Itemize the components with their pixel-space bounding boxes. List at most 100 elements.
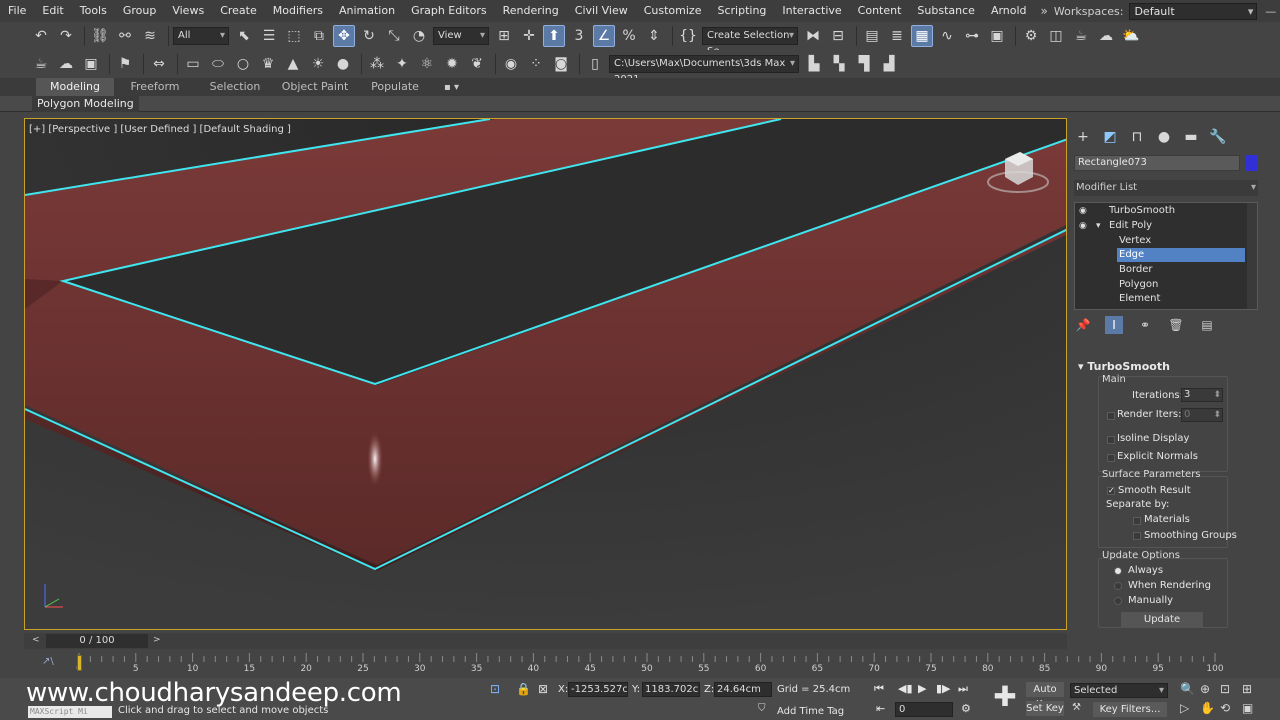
time-tag-icon[interactable]: ⛉ [758, 703, 766, 714]
selection-lock-icon[interactable]: 🔒 [516, 682, 531, 696]
hierarchy-tab-icon[interactable]: ⊓ [1126, 126, 1148, 148]
molecule-icon[interactable]: ⚛ [416, 53, 438, 75]
make-unique-icon[interactable]: ⚭ [1136, 316, 1154, 334]
toggle-ribbon-icon[interactable]: ▦ [911, 25, 933, 47]
dome-light-icon[interactable]: ♛ [257, 53, 279, 75]
named-selection-sets-dropdown[interactable]: Create Selection Se [702, 27, 798, 57]
add-time-tag-button[interactable]: Add Time Tag [777, 706, 844, 717]
tab-modeling[interactable]: Modeling [36, 78, 114, 96]
absolute-mode-icon[interactable]: ⊠ [538, 682, 548, 696]
zoom-extents-all-icon[interactable]: ⊞ [1242, 682, 1252, 696]
viewport-label[interactable]: [+] [Perspective ] [User Defined ] [Defa… [29, 124, 291, 135]
menu-interactive[interactable]: Interactive [774, 0, 849, 22]
utilities-tab-icon[interactable]: 🔧 [1207, 126, 1229, 148]
project-path-dropdown[interactable]: C:\Users\Max\Documents\3ds Max 2021 [609, 55, 799, 85]
stack-item-turbosmooth[interactable]: ◉ TurboSmooth [1075, 204, 1245, 218]
tab-freeform[interactable]: Freeform [116, 78, 194, 96]
plant-icon[interactable]: ❦ [466, 53, 488, 75]
menu-rendering[interactable]: Rendering [495, 0, 567, 22]
stack-subobject-polygon[interactable]: Polygon [1075, 278, 1245, 292]
eye-icon[interactable]: ◉ [1079, 204, 1087, 218]
stack-scrollbar[interactable] [1247, 203, 1257, 309]
always-radio[interactable] [1114, 567, 1122, 575]
sphere-light-icon[interactable]: ● [332, 53, 354, 75]
z-coordinate-field[interactable]: 24.64cm [714, 682, 772, 697]
pan-view-icon[interactable]: ✋ [1200, 701, 1215, 715]
previous-key-icon[interactable]: ◀▮ [898, 682, 913, 695]
menu-create[interactable]: Create [212, 0, 265, 22]
curve-editor-icon[interactable]: ∿ [936, 25, 958, 47]
menu-civil-view[interactable]: Civil View [567, 0, 636, 22]
when-rendering-radio[interactable] [1114, 582, 1122, 590]
tab-object-paint[interactable]: Object Paint [276, 78, 354, 96]
render-preview-icon[interactable]: ◙ [550, 53, 572, 75]
polygon-modeling-label[interactable]: Polygon Modeling [32, 96, 139, 112]
gear-icon[interactable]: ✹ [441, 53, 463, 75]
update-button[interactable]: Update [1121, 612, 1203, 628]
keyboard-shortcut-override-icon[interactable]: ⬆ [543, 25, 565, 47]
material-editor-icon[interactable]: ▣ [986, 25, 1008, 47]
remove-modifier-icon[interactable]: 🗑 [1167, 316, 1185, 334]
sun-light-icon[interactable]: ☀ [307, 53, 329, 75]
menu-content[interactable]: Content [850, 0, 910, 22]
window-minimize-icon[interactable]: — [1261, 5, 1280, 18]
stack-subobject-edge[interactable]: Edge [1117, 248, 1245, 262]
select-manipulate-icon[interactable]: ✛ [518, 25, 540, 47]
isoline-display-checkbox[interactable] [1107, 436, 1115, 444]
selection-filter-dropdown[interactable]: All [173, 27, 229, 45]
stack-subobject-element[interactable]: Element [1075, 292, 1245, 306]
align-icon[interactable]: ⊟ [827, 25, 849, 47]
menu-file[interactable]: File [0, 0, 34, 22]
key-filters-button[interactable]: Key Filters... [1093, 702, 1167, 717]
next-frame-button[interactable]: > [153, 635, 161, 645]
render-iterative-icon[interactable]: ☁ [1095, 25, 1117, 47]
menu-graph-editors[interactable]: Graph Editors [403, 0, 495, 22]
render-setup-icon[interactable]: ⚙ [1020, 25, 1042, 47]
curve-editor-mini-icon[interactable]: ↗\ [42, 656, 54, 667]
show-end-result-icon[interactable]: Ⅰ [1105, 316, 1123, 334]
auto-key-button[interactable]: Auto Key [1026, 682, 1064, 710]
workspace-dropdown[interactable]: Default [1129, 2, 1258, 20]
stack-item-edit-poly[interactable]: ◉ ▾ Edit Poly [1075, 219, 1245, 233]
select-rotate-icon[interactable]: ↻ [358, 25, 380, 47]
object-name-field[interactable]: Rectangle073 [1074, 155, 1240, 171]
display-tab-icon[interactable]: ▬ [1180, 126, 1202, 148]
project-folder-open-icon[interactable]: ▚ [828, 53, 850, 75]
current-frame-field[interactable]: 0 [895, 702, 953, 717]
undo-icon[interactable]: ↶ [30, 25, 52, 47]
iterations-spinner[interactable]: 3 [1181, 388, 1223, 402]
rect-selection-icon[interactable]: ⬚ [283, 25, 305, 47]
ribbon-options-icon[interactable]: ▪ ▾ [444, 82, 459, 93]
menu-modifiers[interactable]: Modifiers [265, 0, 331, 22]
quick-align-icon[interactable]: ⇔ [148, 53, 170, 75]
snaps-toggle-icon[interactable]: 3 [568, 25, 590, 47]
scene-explorer-icon[interactable]: ▤ [861, 25, 883, 47]
set-key-button[interactable]: Set Key [1026, 701, 1064, 716]
explicit-normals-checkbox[interactable] [1107, 454, 1115, 462]
select-move-icon[interactable]: ✥ [333, 25, 355, 47]
render-production-icon[interactable]: ☕ [1070, 25, 1092, 47]
layer-explorer-icon[interactable]: ≣ [886, 25, 908, 47]
render-image-icon[interactable]: ▣ [80, 53, 102, 75]
plane-primitive-icon[interactable]: ▭ [182, 53, 204, 75]
pattern-icon[interactable]: ⁂ [366, 53, 388, 75]
menu-substance[interactable]: Substance [909, 0, 983, 22]
window-crossing-icon[interactable]: ⧉ [308, 25, 330, 47]
go-to-end-icon[interactable]: ⏭ [958, 682, 968, 696]
materials-checkbox[interactable] [1133, 517, 1141, 525]
create-tab-icon[interactable]: + [1072, 126, 1094, 148]
time-configuration-icon[interactable]: ⚙ [961, 702, 971, 715]
reference-coordinate-dropdown[interactable]: View [433, 27, 489, 45]
material-sphere-icon[interactable]: ◉ [500, 53, 522, 75]
angle-snap-icon[interactable]: ∠ [593, 25, 615, 47]
teapot-icon[interactable]: ☕ [30, 53, 52, 75]
turbosmooth-rollout-title[interactable]: ▾ TurboSmooth [1078, 360, 1170, 373]
manually-radio[interactable] [1114, 597, 1122, 605]
object-color-swatch[interactable] [1246, 155, 1258, 171]
previous-frame-button[interactable]: < [32, 635, 40, 645]
rendered-frame-window-icon[interactable]: ◫ [1045, 25, 1067, 47]
go-to-start-icon[interactable]: ⏮ [874, 682, 884, 696]
set-project-icon[interactable]: ▙ [803, 53, 825, 75]
current-frame-marker[interactable] [77, 655, 82, 671]
project-folder-save-icon[interactable]: ▟ [878, 53, 900, 75]
